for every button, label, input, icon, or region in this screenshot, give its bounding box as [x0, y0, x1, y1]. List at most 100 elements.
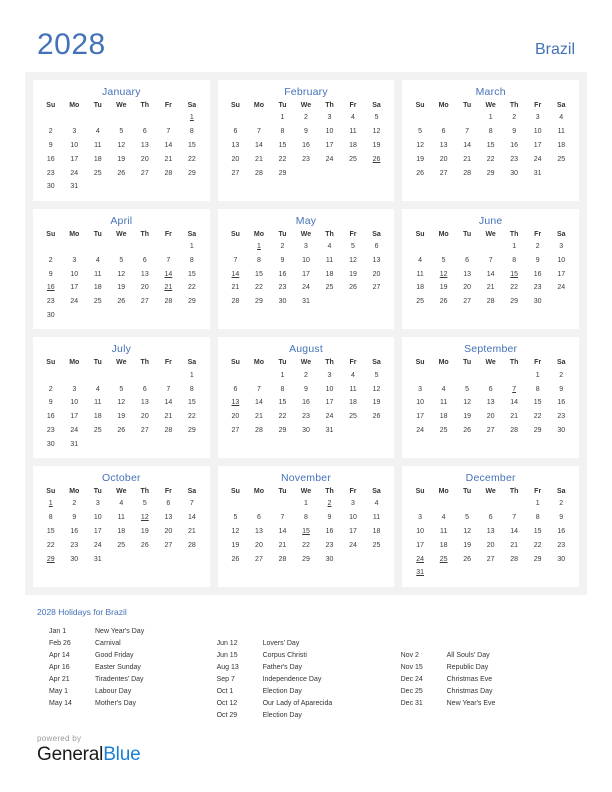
holiday-name: Easter Sunday [95, 663, 141, 671]
week-row: 10 11 12 13 14 15 16 [408, 525, 573, 539]
week-row: 16 17 18 19 20 21 22 [39, 281, 204, 295]
holiday-name: Mother's Day [95, 699, 137, 707]
day-cell-empty [63, 111, 87, 125]
holidays-legend-column-1: Jan 1 New Year's Day Feb 26 Carnival Apr 14 G… [37, 626, 217, 722]
day-cell: 29 [187, 169, 196, 177]
day-cell: 14 [486, 270, 495, 278]
day-cell: 3 [418, 514, 423, 522]
day-cell-empty [479, 240, 503, 254]
weekday-header-su: Su [415, 488, 425, 496]
day-cell: 9 [48, 270, 53, 278]
week-row: 22 23 24 25 26 27 28 [39, 538, 204, 552]
weekday-header-th: Th [509, 359, 519, 367]
holiday-legend-item: Nov 2 All Souls' Day [401, 650, 575, 662]
day-cell: 17 [70, 284, 79, 292]
weekday-header-we: We [485, 488, 496, 496]
day-cell: 5 [119, 256, 124, 264]
week-row: 4 5 6 7 8 9 10 [408, 253, 573, 267]
day-cell: 17 [70, 413, 79, 421]
day-cell: 6 [488, 385, 493, 393]
day-cell: 25 [372, 541, 381, 549]
weekday-header-row: Su Mo Tu We Th Fr Sa [39, 487, 204, 497]
day-cell: 4 [95, 128, 100, 136]
day-cell-holiday: 25 [439, 555, 448, 563]
holiday-date: Dec 31 [400, 699, 423, 707]
day-cell: 16 [325, 528, 334, 536]
week-row: 8 9 10 11 12 13 14 [39, 511, 204, 525]
day-cell-empty [180, 180, 204, 194]
week-row: 25 26 27 28 29 30 [408, 295, 573, 309]
day-cell-empty [224, 111, 248, 125]
holiday-legend-item: May 14 Mother's Day [49, 698, 217, 710]
day-cell: 19 [349, 270, 357, 278]
day-cell: 23 [302, 413, 310, 421]
holiday-date: Apr 16 [49, 663, 70, 671]
holiday-name: Good Friday [95, 651, 134, 659]
day-cell: 18 [93, 155, 102, 163]
day-cell: 15 [187, 270, 196, 278]
day-cell-empty [133, 368, 157, 382]
day-cell: 28 [187, 541, 196, 549]
day-cell: 14 [255, 141, 263, 149]
day-cell: 29 [302, 555, 310, 563]
weekday-header-fr: Fr [349, 102, 357, 109]
day-cell: 30 [533, 298, 542, 306]
weekday-header-su: Su [230, 102, 240, 109]
day-cell: 21 [510, 541, 519, 549]
holiday-legend-item: Dec 25 Christmas Day [401, 686, 575, 698]
day-cell: 13 [140, 270, 149, 278]
day-cell: 8 [189, 385, 194, 393]
day-cell: 18 [117, 528, 126, 536]
holiday-date: Dec 24 [400, 675, 423, 683]
holiday-name: Tiradentes' Day [95, 675, 144, 683]
week-row: 20 21 22 23 24 25 26 [224, 152, 389, 166]
day-cell: 15 [255, 270, 263, 278]
weekday-header-tu: Tu [93, 359, 102, 367]
month-row: January Su Mo Tu We Th Fr Sa 1 2 3 4 5 6 7 8 9 10 11 12 13 14… [33, 80, 580, 201]
weekday-header-su: Su [46, 359, 56, 367]
day-cell: 27 [140, 169, 149, 177]
week-row: 17 18 19 20 21 22 23 [408, 410, 573, 424]
holiday-name: Election Day [262, 711, 302, 719]
day-cell: 5 [441, 256, 446, 264]
day-cell: 5 [233, 514, 238, 522]
month-name-label: October [101, 472, 141, 485]
day-cell: 2 [280, 243, 285, 251]
week-row: 1 2 3 [408, 240, 573, 254]
day-cell-empty [455, 111, 479, 125]
holiday-date: Jun 15 [216, 651, 238, 659]
month-day-grid: Su Mo Tu We Th Fr Sa 1 2 3 4 5 6 7 8 9 10 11 12 13 14 15 16 17 1… [224, 101, 389, 180]
day-cell: 25 [325, 284, 334, 292]
day-cell: 23 [46, 298, 55, 306]
day-cell: 6 [256, 514, 261, 522]
day-cell: 10 [349, 514, 357, 522]
day-cell: 2 [304, 371, 308, 379]
day-cell: 1 [189, 243, 194, 251]
weekday-header-sa: Sa [372, 488, 381, 496]
day-cell: 10 [70, 141, 79, 149]
weekday-header-row: Su Mo Tu We Th Fr Sa [408, 358, 573, 368]
day-cell: 1 [304, 500, 308, 508]
day-cell: 8 [189, 256, 194, 264]
holiday-legend-item: Jun 12 Lovers' Day [217, 638, 401, 650]
weekday-header-we: We [485, 230, 496, 238]
day-cell: 24 [70, 298, 79, 306]
day-cell: 8 [280, 385, 285, 393]
holiday-name: New Year's Eve [446, 699, 496, 707]
weekday-header-sa: Sa [187, 488, 197, 496]
week-row: 24 25 26 27 28 29 30 [408, 552, 573, 566]
weekday-header-we: We [300, 488, 312, 496]
day-cell: 25 [416, 298, 424, 306]
legend-spacer [217, 626, 401, 638]
day-cell: 23 [46, 426, 55, 434]
day-cell: 29 [187, 426, 196, 434]
month-card-january: January Su Mo Tu We Th Fr Sa 1 2 3 4 5 6 7 8 9 10 11 12 13 14… [33, 80, 210, 201]
day-cell: 13 [140, 399, 149, 407]
day-cell: 3 [327, 114, 332, 122]
day-cell: 2 [48, 128, 53, 136]
day-cell: 11 [94, 399, 102, 407]
day-cell: 28 [231, 298, 240, 306]
day-cell: 10 [93, 514, 102, 522]
day-cell: 6 [142, 128, 147, 136]
day-cell: 7 [166, 256, 171, 264]
